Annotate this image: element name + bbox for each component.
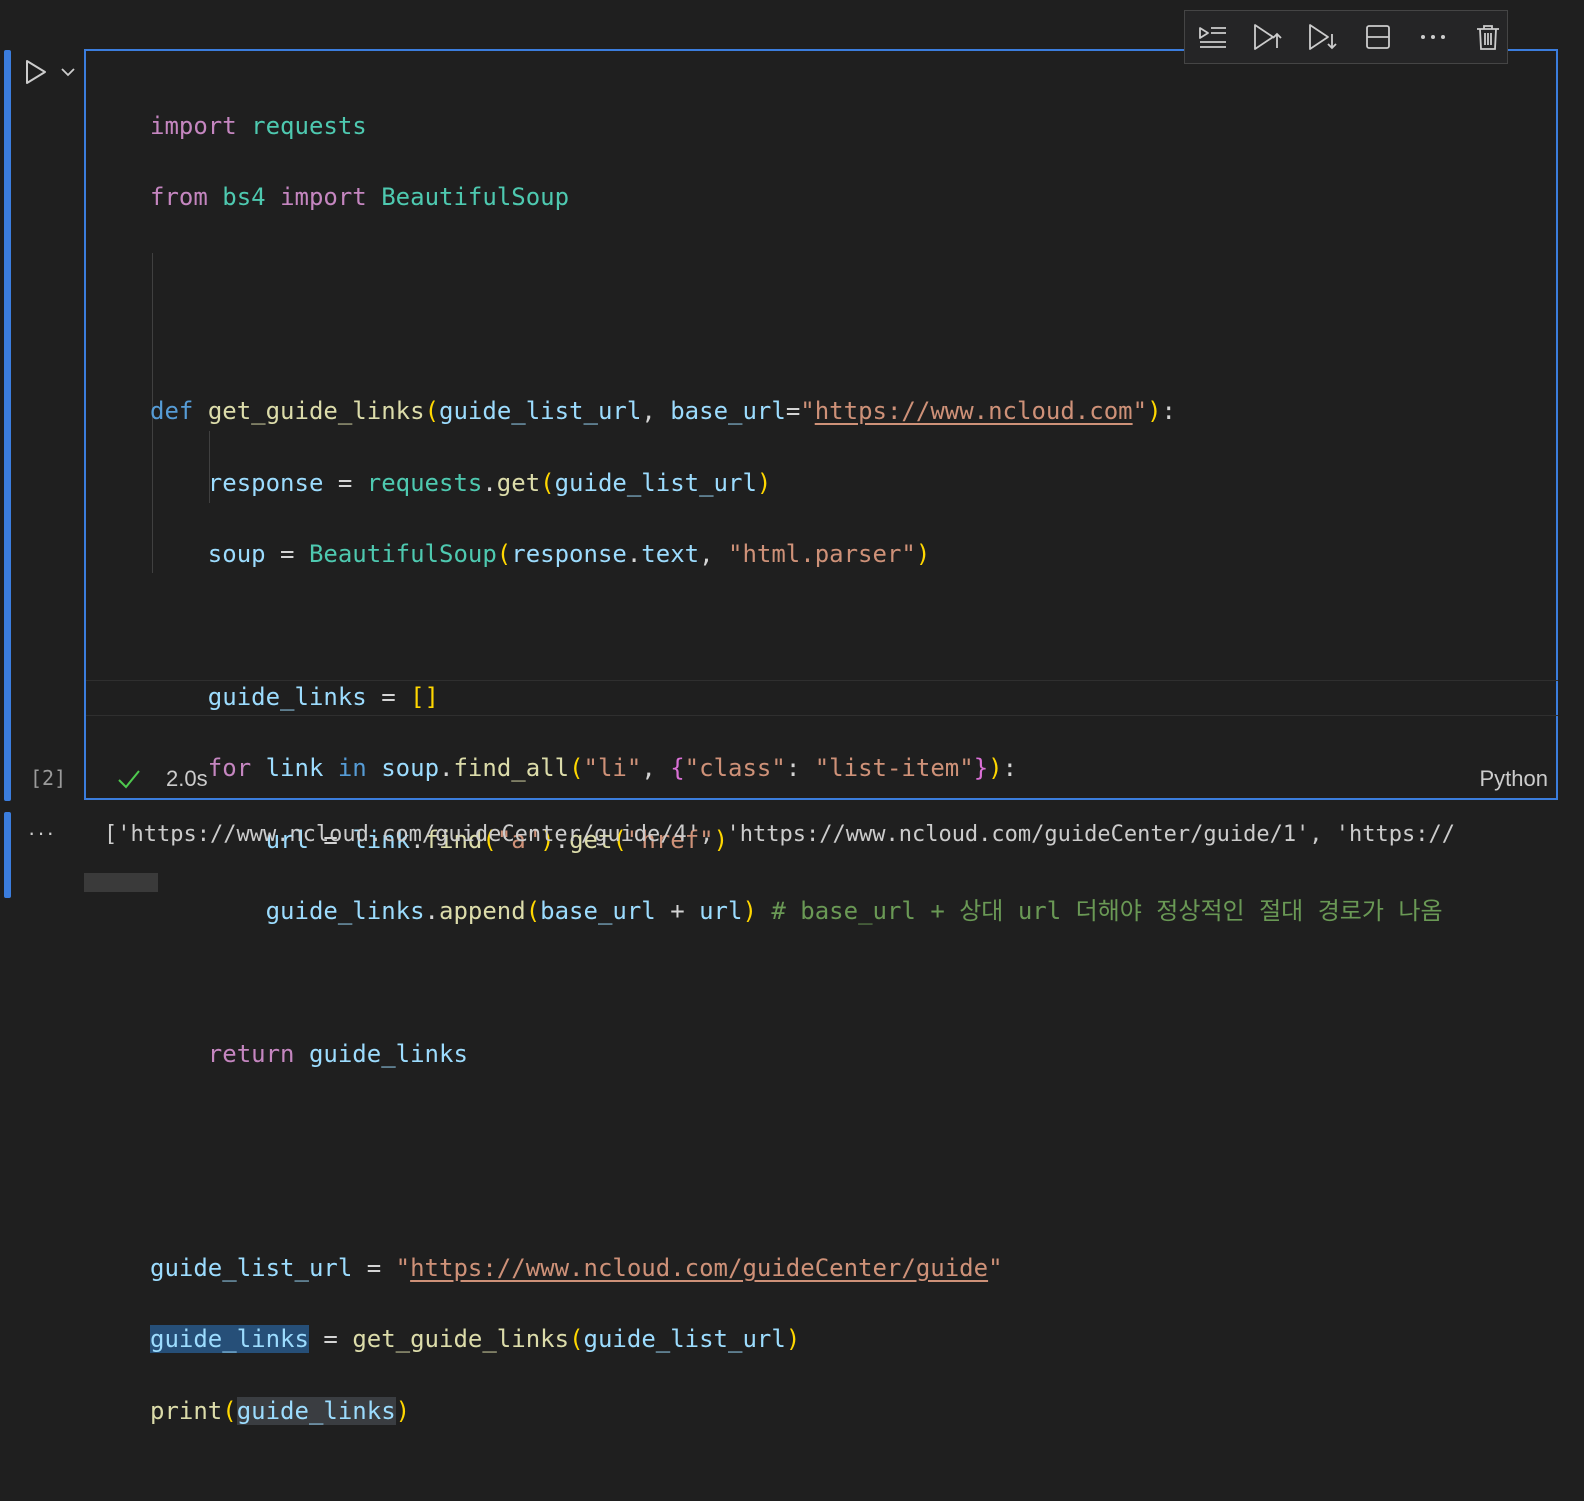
play-icon: [26, 60, 46, 84]
code-line: return guide_links: [207, 1039, 468, 1068]
execute-above-icon: [1198, 27, 1226, 48]
word-highlight: guide_links: [236, 1396, 396, 1425]
execution-count: [2]: [30, 766, 67, 790]
cell-run-controls: [22, 56, 82, 90]
cell-output: ['https://www.ncloud.com/guideCenter/gui…: [104, 822, 1456, 847]
code-line: guide_links = []: [207, 682, 440, 711]
chevron-down-icon: [61, 68, 75, 77]
output-more-actions[interactable]: ···: [28, 820, 56, 846]
code-content: import requests from bs4 import Beautifu…: [150, 73, 1443, 1501]
code-line: for link in soup.find_all("li", {"class"…: [207, 754, 1018, 783]
split-cell-icon: [1365, 25, 1390, 49]
delete-icon: [1476, 25, 1499, 50]
code-line: guide_list_url = "https://www.ncloud.com…: [150, 1253, 1003, 1282]
code-editor[interactable]: import requests from bs4 import Beautifu…: [84, 49, 1558, 1425]
split-cell-button[interactable]: [1358, 17, 1397, 57]
run-options-dropdown[interactable]: [58, 60, 78, 84]
code-line: import requests: [150, 111, 367, 140]
run-above-button[interactable]: [1248, 17, 1287, 57]
run-above-icon: [1253, 24, 1282, 50]
code-comment: # base_url + 상대 url 더해야 정상적인 절대 경로가 나옴: [771, 897, 1443, 925]
code-line: response = requests.get(guide_list_url): [207, 468, 772, 497]
code-line: soup = BeautifulSoup(response.text, "htm…: [207, 540, 931, 569]
horizontal-scrollbar[interactable]: [84, 873, 158, 892]
execution-time: 2.0s: [166, 766, 208, 791]
more-icon: [1420, 35, 1445, 39]
success-check-icon: [118, 770, 140, 789]
url-link[interactable]: https://www.ncloud.com/guideCenter/guide: [410, 1254, 988, 1282]
url-link[interactable]: https://www.ncloud.com: [815, 397, 1133, 425]
code-line: print(guide_links): [150, 1396, 411, 1425]
delete-cell-button[interactable]: [1468, 17, 1507, 57]
selected-text: guide_links: [150, 1325, 309, 1354]
code-line: from bs4 import BeautifulSoup: [150, 183, 570, 212]
output-focus-bar: [4, 812, 11, 898]
cell-toolbar: [1184, 10, 1508, 64]
cell-language-selector[interactable]: Python: [1480, 766, 1549, 792]
more-actions-button[interactable]: [1413, 17, 1452, 57]
execute-above-button[interactable]: [1193, 17, 1232, 57]
run-below-button[interactable]: [1303, 17, 1342, 57]
run-cell-button[interactable]: [22, 56, 50, 88]
cell-focus-bar: [4, 50, 11, 801]
run-below-icon: [1308, 24, 1337, 50]
code-line: guide_links = get_guide_links(guide_list…: [150, 1325, 801, 1354]
code-line: def get_guide_links(guide_list_url, base…: [150, 397, 1176, 426]
